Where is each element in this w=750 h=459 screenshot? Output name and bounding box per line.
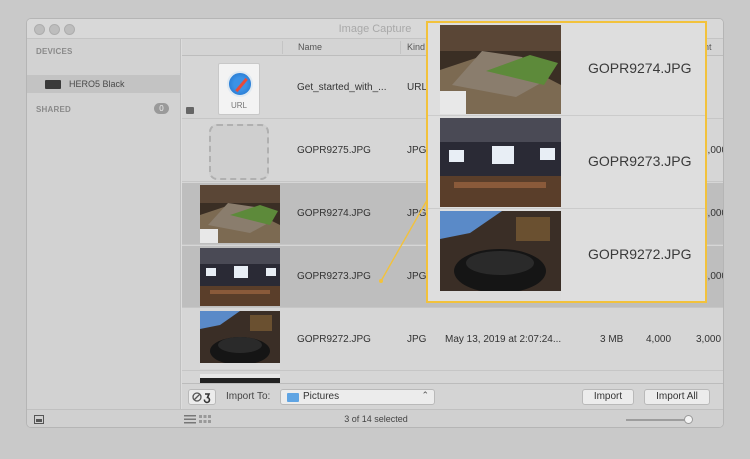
folder-icon: [287, 393, 299, 402]
thumbnail-gopr9273: [200, 248, 280, 306]
column-name[interactable]: Name: [298, 42, 322, 52]
import-toolbar: Import To: Pictures ⌃ Import Import All: [182, 383, 723, 409]
lock-icon: [186, 107, 194, 114]
file-name: GOPR9274.JPG: [297, 208, 371, 219]
callout-item: GOPR9272.JPG: [428, 209, 705, 301]
slider-knob[interactable]: [684, 415, 693, 424]
column-separator: [400, 41, 401, 54]
callout-thumbnail-gopr9274: [440, 25, 561, 114]
column-kind[interactable]: Kind: [407, 42, 425, 52]
thumbnail-partial: [200, 374, 280, 383]
import-destination-popup[interactable]: Pictures ⌃: [280, 389, 435, 405]
file-name: GOPR9273.JPG: [297, 271, 371, 282]
file-name: GOPR9275.JPG: [297, 145, 371, 156]
table-row[interactable]: GOPR9272.JPG JPG May 13, 2019 at 2:07:24…: [182, 309, 723, 371]
file-width: 4,000: [646, 334, 672, 345]
callout-file-name: GOPR9272.JPG: [588, 246, 692, 262]
callout-item: GOPR9273.JPG: [428, 116, 705, 209]
thumbnail-gopr9272: [200, 311, 280, 369]
callout-thumbnail-gopr9272: [440, 211, 561, 300]
file-kind: URL: [407, 82, 428, 93]
url-icon-label: URL: [230, 101, 247, 110]
file-kind: JPG: [407, 208, 427, 219]
shared-count-badge: 0: [154, 103, 169, 114]
thumbnail-size-slider[interactable]: [626, 419, 692, 421]
column-separator: [282, 41, 283, 54]
chevron-updown-icon: ⌃: [421, 390, 429, 400]
file-height: 3,000: [696, 334, 722, 345]
file-kind: JPG: [407, 271, 427, 282]
camera-icon: [45, 80, 61, 89]
thumbnail-placeholder: [209, 124, 269, 180]
thumbnail-gopr9274: [200, 185, 280, 243]
callout-file-name: GOPR9274.JPG: [588, 60, 692, 76]
sidebar-item-hero5-black[interactable]: HERO5 Black: [27, 75, 181, 93]
callout-file-name: GOPR9273.JPG: [588, 153, 692, 169]
file-kind: JPG: [407, 145, 427, 156]
selection-status: 3 of 14 selected: [344, 414, 408, 424]
callout-thumbnail-gopr9273: [440, 118, 561, 207]
shared-header: SHARED: [36, 105, 71, 114]
status-bar: 3 of 14 selected: [27, 409, 723, 427]
sidebar: DEVICES HERO5 Black SHARED 0: [27, 39, 181, 409]
delete-after-import-button[interactable]: [188, 389, 216, 405]
import-to-label: Import To:: [226, 391, 271, 402]
destination-value: Pictures: [303, 391, 340, 402]
file-name: GOPR9272.JPG: [297, 334, 371, 345]
file-size: 3 MB: [600, 334, 624, 345]
safari-compass-icon: [227, 71, 253, 97]
file-kind: JPG: [407, 334, 427, 345]
devices-header: DEVICES: [36, 47, 73, 56]
zoom-callout: GOPR9274.JPG GOPR9273.JPG GOPR9272.JPG: [426, 21, 707, 303]
table-row[interactable]: [182, 372, 723, 383]
import-button[interactable]: Import: [582, 389, 634, 405]
compass-needle: [235, 77, 248, 93]
device-label: HERO5 Black: [69, 79, 125, 89]
file-date: May 13, 2019 at 2:07:24...: [445, 334, 562, 345]
callout-item: GOPR9274.JPG: [428, 23, 705, 116]
file-name: Get_started_with_...: [297, 82, 387, 93]
import-all-button[interactable]: Import All: [644, 389, 710, 405]
url-file-icon: URL: [218, 63, 260, 115]
thumbnail-edge: [200, 374, 280, 378]
rotate-icon: [192, 392, 211, 404]
